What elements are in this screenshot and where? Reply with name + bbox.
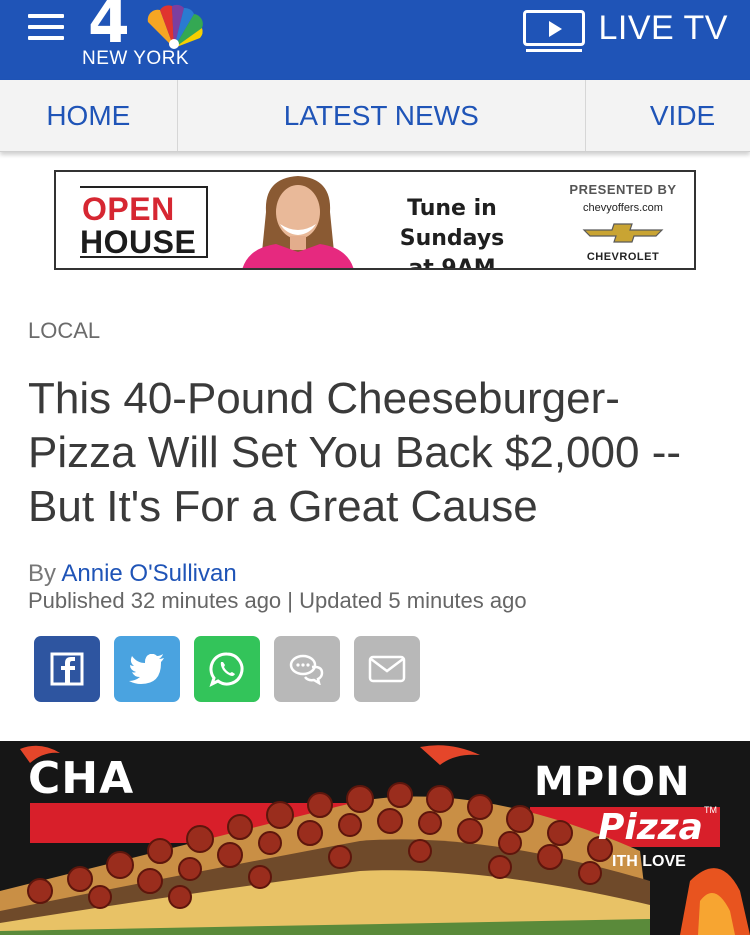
live-tv-button[interactable]: LIVE TV bbox=[522, 8, 729, 52]
article-headline: This 40-Pound Cheeseburger-Pizza Will Se… bbox=[28, 374, 681, 531]
whatsapp-icon bbox=[209, 652, 244, 687]
nav-tab-video[interactable]: VIDE bbox=[586, 80, 750, 151]
nav-tab-home[interactable]: HOME bbox=[0, 80, 178, 151]
ad-sponsor: PRESENTED BY chevyoffers.com CHEVROLET bbox=[560, 182, 686, 263]
facebook-icon bbox=[50, 652, 84, 686]
comment-button[interactable] bbox=[274, 636, 340, 702]
logo-city-name: NEW YORK bbox=[82, 48, 190, 69]
presented-by-label: PRESENTED BY bbox=[569, 182, 677, 197]
chevrolet-bowtie-icon bbox=[582, 223, 664, 243]
comment-icon bbox=[289, 654, 324, 685]
byline: By Annie O'Sullivan bbox=[28, 560, 237, 588]
section-nav: HOME LATEST NEWS VIDE bbox=[0, 80, 750, 152]
article-hero-image[interactable]: CHA MPION Pizza TM ITH LOVE bbox=[0, 741, 750, 935]
sponsor-name: CHEVROLET bbox=[586, 251, 660, 263]
show-logo: OPEN HOUSE bbox=[80, 186, 208, 260]
email-icon bbox=[368, 655, 406, 683]
byline-prefix: By bbox=[28, 560, 62, 587]
ad-banner[interactable]: OPEN HOUSE Tune in Sundays at 9AM PRESEN… bbox=[54, 170, 696, 270]
twitter-icon bbox=[129, 654, 164, 684]
sponsor-url: chevyoffers.com bbox=[583, 202, 663, 214]
tv-play-icon bbox=[522, 10, 585, 52]
show-logo-word-open: OPEN bbox=[82, 191, 175, 227]
facebook-share-button[interactable] bbox=[34, 636, 100, 702]
hero-banner-right-text: MPION bbox=[534, 759, 691, 805]
publish-timestamp: Published 32 minutes ago | Updated 5 min… bbox=[28, 588, 527, 613]
hero-trademark: TM bbox=[704, 805, 717, 815]
ad-tune-line-1: Tune in Sundays bbox=[399, 196, 505, 251]
show-logo-word-house: HOUSE bbox=[80, 224, 197, 260]
peacock-icon bbox=[147, 4, 203, 49]
logo-channel-number: 4 bbox=[88, 0, 130, 57]
nav-tab-latest-news[interactable]: LATEST NEWS bbox=[178, 80, 586, 151]
hero-banner-left-text: CHA bbox=[28, 753, 135, 804]
author-link[interactable]: Annie O'Sullivan bbox=[61, 560, 236, 587]
whatsapp-share-button[interactable] bbox=[194, 636, 260, 702]
hero-brand-word: Pizza bbox=[598, 807, 703, 848]
share-bar bbox=[34, 636, 434, 702]
host-photo bbox=[228, 172, 368, 268]
station-logo[interactable]: 4 NEW YORK bbox=[78, 0, 238, 80]
hero-tagline: ITH LOVE bbox=[612, 853, 686, 870]
menu-icon[interactable] bbox=[28, 14, 64, 40]
ad-tune-line-2: at 9AM bbox=[408, 256, 496, 270]
email-share-button[interactable] bbox=[354, 636, 420, 702]
top-header: 4 NEW YORK LIVE TV bbox=[0, 0, 750, 80]
live-tv-label: LIVE TV bbox=[598, 8, 728, 47]
twitter-share-button[interactable] bbox=[114, 636, 180, 702]
section-label[interactable]: LOCAL bbox=[28, 318, 100, 344]
ad-tune-in-text: Tune in Sundays at 9AM bbox=[352, 194, 552, 270]
